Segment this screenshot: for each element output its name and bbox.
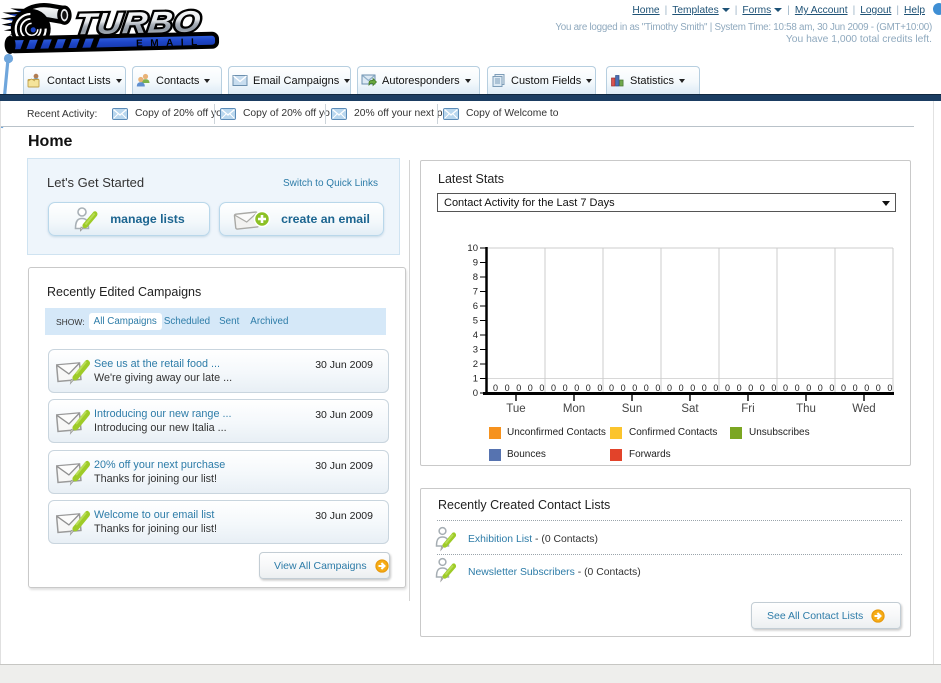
svg-text:3: 3 xyxy=(473,345,478,356)
svg-text:Thu: Thu xyxy=(796,403,816,415)
svg-text:0: 0 xyxy=(853,383,858,393)
svg-text:10: 10 xyxy=(467,243,478,254)
svg-text:0: 0 xyxy=(690,383,695,393)
svg-text:0: 0 xyxy=(887,383,892,393)
svg-text:0: 0 xyxy=(748,383,753,393)
svg-text:9: 9 xyxy=(473,258,478,269)
svg-text:0: 0 xyxy=(493,383,498,393)
svg-text:0: 0 xyxy=(516,383,521,393)
svg-text:0: 0 xyxy=(725,383,730,393)
svg-text:0: 0 xyxy=(574,383,579,393)
svg-text:0: 0 xyxy=(713,383,718,393)
svg-text:Fri: Fri xyxy=(741,403,754,415)
svg-text:0: 0 xyxy=(806,383,811,393)
svg-text:0: 0 xyxy=(563,383,568,393)
svg-text:0: 0 xyxy=(702,383,707,393)
svg-text:0: 0 xyxy=(771,383,776,393)
svg-text:1: 1 xyxy=(473,374,478,385)
svg-text:0: 0 xyxy=(609,383,614,393)
svg-text:5: 5 xyxy=(473,316,478,327)
svg-text:0: 0 xyxy=(586,383,591,393)
svg-text:Wed: Wed xyxy=(852,403,875,415)
svg-text:0: 0 xyxy=(818,383,823,393)
svg-text:0: 0 xyxy=(644,383,649,393)
svg-text:0: 0 xyxy=(667,383,672,393)
svg-text:8: 8 xyxy=(473,272,478,283)
svg-text:0: 0 xyxy=(679,383,684,393)
svg-text:Tue: Tue xyxy=(506,403,525,415)
svg-text:0: 0 xyxy=(528,383,533,393)
svg-text:0: 0 xyxy=(551,383,556,393)
svg-text:Sun: Sun xyxy=(622,403,642,415)
svg-text:2: 2 xyxy=(473,359,478,370)
svg-text:0: 0 xyxy=(829,383,834,393)
svg-text:7: 7 xyxy=(473,287,478,298)
svg-text:0: 0 xyxy=(539,383,544,393)
svg-text:4: 4 xyxy=(473,330,478,341)
svg-text:0: 0 xyxy=(621,383,626,393)
svg-text:0: 0 xyxy=(841,383,846,393)
svg-text:TURBO: TURBO xyxy=(73,5,203,41)
svg-text:0: 0 xyxy=(864,383,869,393)
svg-text:0: 0 xyxy=(597,383,602,393)
svg-text:6: 6 xyxy=(473,301,478,312)
svg-text:0: 0 xyxy=(737,383,742,393)
svg-text:Sat: Sat xyxy=(681,403,699,415)
svg-text:0: 0 xyxy=(795,383,800,393)
svg-text:0: 0 xyxy=(783,383,788,393)
svg-text:0: 0 xyxy=(876,383,881,393)
svg-text:0: 0 xyxy=(473,388,478,399)
svg-text:0: 0 xyxy=(655,383,660,393)
svg-text:0: 0 xyxy=(505,383,510,393)
svg-text:0: 0 xyxy=(632,383,637,393)
svg-text:Mon: Mon xyxy=(563,403,585,415)
svg-text:0: 0 xyxy=(760,383,765,393)
